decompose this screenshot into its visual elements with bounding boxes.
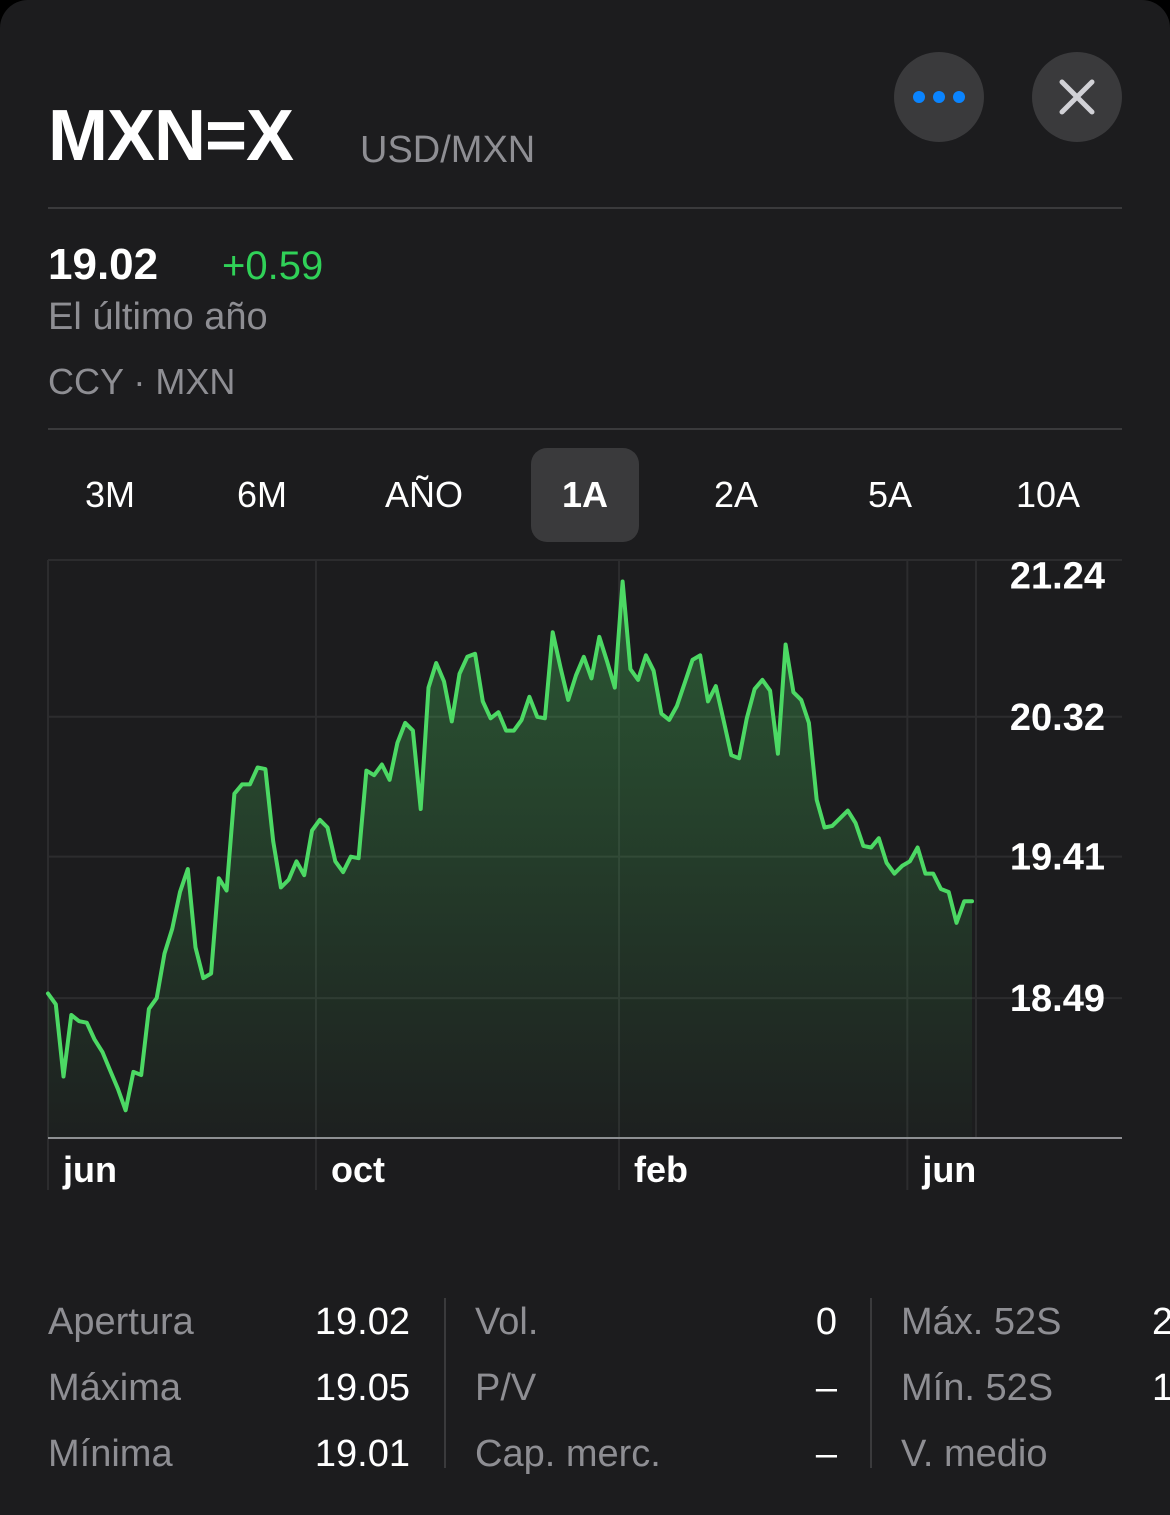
tab-3m[interactable]: 3M <box>48 448 172 542</box>
close-icon <box>1059 79 1095 115</box>
header-divider <box>48 207 1122 209</box>
stats-divider <box>444 1298 446 1468</box>
stat-label-avg-volume: V. medio <box>901 1433 1048 1475</box>
quote-divider <box>48 428 1122 430</box>
stat-value-pe: – <box>815 1367 837 1409</box>
y-tick-label: 18.49 <box>1010 978 1105 1020</box>
x-tick-label: jun <box>921 1149 976 1190</box>
stat-value-low: 19.01 <box>314 1433 410 1475</box>
stat-label-mktcap: Cap. merc. <box>475 1433 661 1475</box>
x-tick-label: oct <box>331 1149 385 1190</box>
tab-5y[interactable]: 5A <box>828 448 952 542</box>
y-tick-label: 20.32 <box>1010 697 1105 739</box>
price-chart[interactable]: 21.24 20.32 19.41 18.49 jun oct feb jun <box>0 540 1170 1200</box>
stats-grid: Apertura 19.02 Máxima 19.05 Mínima 19.01… <box>0 1290 1170 1490</box>
stat-value-52w-low: 1 <box>1152 1367 1170 1409</box>
stat-value-52w-high: 2 <box>1152 1301 1170 1343</box>
stat-label-low: Mínima <box>48 1433 173 1475</box>
ticker-symbol: MXN=X <box>48 96 294 176</box>
tab-ytd[interactable]: AÑO <box>360 448 488 542</box>
stats-divider <box>870 1298 872 1468</box>
tab-6m[interactable]: 6M <box>200 448 324 542</box>
range-tabs: 3M 6M AÑO 1A 2A 5A 10A <box>48 448 1170 542</box>
stat-value-open: 19.02 <box>314 1301 410 1343</box>
exchange-label: CCY · MXN <box>48 361 236 402</box>
more-button[interactable] <box>894 52 984 142</box>
price-area <box>48 581 972 1138</box>
stat-label-52w-low: Mín. 52S <box>901 1367 1054 1409</box>
stat-label-high: Máxima <box>48 1367 182 1409</box>
x-tick-label: jun <box>62 1149 117 1190</box>
stat-label-volume: Vol. <box>475 1301 539 1343</box>
x-tick-label: feb <box>634 1149 688 1190</box>
y-tick-label: 21.24 <box>1010 555 1105 597</box>
quote-sheet: MXN=X USD/MXN 19.02 +0.59 El último año … <box>0 0 1170 1515</box>
ellipsis-icon <box>909 91 969 103</box>
stat-label-pe: P/V <box>475 1367 537 1409</box>
stat-label-52w-high: Máx. 52S <box>901 1301 1062 1343</box>
stat-label-open: Apertura <box>48 1301 194 1343</box>
tab-10y[interactable]: 10A <box>984 448 1112 542</box>
stat-value-high: 19.05 <box>314 1367 410 1409</box>
y-tick-label: 19.41 <box>1010 837 1105 879</box>
stat-value-volume: 0 <box>815 1301 837 1343</box>
tab-2y[interactable]: 2A <box>674 448 798 542</box>
period-label: El último año <box>48 296 268 338</box>
tab-1y[interactable]: 1A <box>531 448 639 542</box>
stat-value-mktcap: – <box>815 1433 837 1475</box>
currency-pair: USD/MXN <box>360 129 536 171</box>
price-change: +0.59 <box>222 244 324 288</box>
close-button[interactable] <box>1032 52 1122 142</box>
current-price: 19.02 <box>48 240 159 289</box>
